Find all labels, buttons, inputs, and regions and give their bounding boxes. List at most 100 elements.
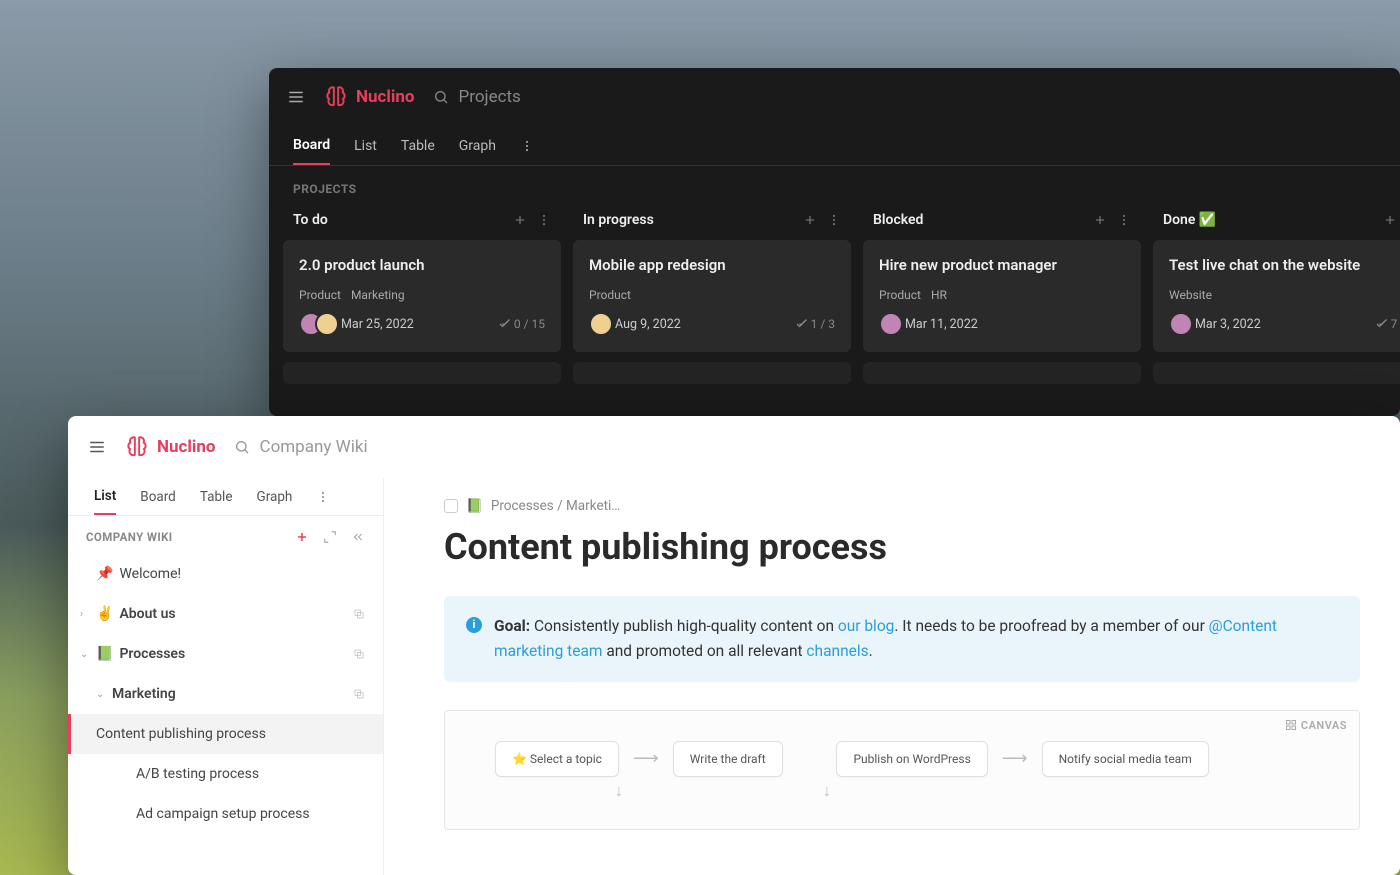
plus-icon[interactable] bbox=[1383, 213, 1397, 227]
page-tree: 📌 Welcome! › ✌️ About us ⌄📗Processes⌄Marketin… bbox=[68, 554, 383, 834]
tree-label: About us bbox=[119, 606, 347, 622]
progress-indicator: 7 / 7 bbox=[1375, 317, 1400, 331]
tree-item[interactable]: 📌 Welcome! bbox=[68, 554, 383, 594]
tab-graph[interactable]: Graph bbox=[459, 128, 496, 164]
column-title: To do bbox=[293, 212, 503, 228]
board-card[interactable]: Hire new product manager ProductHR Mar 1… bbox=[863, 240, 1141, 352]
board-column: Done ✅ Test live chat on the website Web… bbox=[1153, 204, 1400, 384]
brain-icon bbox=[323, 84, 349, 110]
tag: Product bbox=[589, 288, 631, 302]
card-title: Mobile app redesign bbox=[589, 256, 835, 274]
copy-icon[interactable] bbox=[353, 688, 365, 700]
tab-list[interactable]: List bbox=[354, 128, 377, 164]
page-emoji-icon: 📌 bbox=[96, 566, 113, 582]
more-vertical-icon[interactable] bbox=[520, 139, 534, 153]
body: List Board Table Graph COMPANY WIKI 📌 Wel… bbox=[68, 478, 1400, 875]
tree-item[interactable]: Content publishing process bbox=[68, 714, 383, 754]
canvas-node[interactable]: Publish on WordPress bbox=[836, 741, 987, 777]
brain-icon bbox=[124, 434, 150, 460]
canvas-nodes: ⭐ Select a topic ⟶ Write the draft ⟶ Pub… bbox=[445, 711, 1359, 777]
card-placeholder bbox=[283, 362, 561, 384]
workspace-title: COMPANY WIKI bbox=[86, 530, 281, 544]
canvas-node[interactable]: Notify social media team bbox=[1042, 741, 1209, 777]
collapse-sidebar-icon[interactable] bbox=[351, 530, 365, 544]
chevron-icon[interactable]: ⌄ bbox=[80, 649, 90, 660]
view-tabs: List Board Table Graph bbox=[68, 478, 383, 516]
tree-item[interactable]: ⌄Marketing bbox=[68, 674, 383, 714]
canvas-badge: CANVAS bbox=[1285, 719, 1347, 732]
search[interactable]: Company Wiki bbox=[234, 437, 368, 457]
search-icon bbox=[433, 89, 449, 105]
tree-item[interactable]: ⌄📗Processes bbox=[68, 634, 383, 674]
column-title: In progress bbox=[583, 212, 793, 228]
more-vertical-icon[interactable] bbox=[1117, 213, 1131, 227]
card-tags: Product bbox=[589, 288, 835, 302]
expand-icon[interactable] bbox=[323, 530, 337, 544]
page-emoji-icon: ✌️ bbox=[96, 606, 113, 622]
progress-indicator: 0 / 15 bbox=[498, 317, 545, 331]
more-vertical-icon[interactable] bbox=[316, 490, 330, 504]
tree-item[interactable]: Ad campaign setup process bbox=[68, 794, 383, 834]
card-title: 2.0 product launch bbox=[299, 256, 545, 274]
tab-graph[interactable]: Graph bbox=[257, 480, 293, 514]
more-vertical-icon[interactable] bbox=[827, 213, 841, 227]
tab-list[interactable]: List bbox=[94, 479, 116, 515]
canvas-node[interactable]: ⭐ Select a topic bbox=[495, 741, 619, 777]
canvas-node[interactable]: Write the draft bbox=[673, 741, 783, 777]
board-card[interactable]: Test live chat on the website Website Ma… bbox=[1153, 240, 1400, 352]
card-title: Hire new product manager bbox=[879, 256, 1125, 274]
tag: HR bbox=[931, 288, 947, 302]
progress-indicator: 1 / 3 bbox=[795, 317, 835, 331]
board-column: In progress Mobile app redesign Product … bbox=[573, 204, 851, 384]
tree-item[interactable]: A/B testing process bbox=[68, 754, 383, 794]
tree-label: Welcome! bbox=[119, 566, 365, 582]
tab-table[interactable]: Table bbox=[401, 128, 435, 164]
topbar: Nuclino Projects bbox=[269, 68, 1400, 126]
checkbox-icon[interactable] bbox=[444, 499, 458, 513]
plus-icon[interactable] bbox=[803, 213, 817, 227]
avatars bbox=[299, 312, 331, 336]
goal-callout: i Goal: Consistently publish high-qualit… bbox=[444, 596, 1360, 682]
more-vertical-icon[interactable] bbox=[537, 213, 551, 227]
link-channels[interactable]: channels bbox=[806, 642, 868, 660]
chevron-icon[interactable]: › bbox=[80, 609, 90, 620]
page-title: Content publishing process bbox=[444, 526, 1360, 568]
plus-icon[interactable] bbox=[295, 530, 309, 544]
tree-item[interactable]: › ✌️ About us bbox=[68, 594, 383, 634]
tree-label: Content publishing process bbox=[96, 726, 365, 742]
search-placeholder: Projects bbox=[459, 87, 521, 107]
section-label: PROJECTS bbox=[269, 166, 1400, 204]
tab-table[interactable]: Table bbox=[200, 480, 233, 514]
brand-logo[interactable]: Nuclino bbox=[323, 84, 415, 110]
canvas-embed[interactable]: CANVAS ⭐ Select a topic ⟶ Write the draf… bbox=[444, 710, 1360, 830]
arrow-down-icons: ↓↓ bbox=[445, 781, 1359, 801]
tab-board[interactable]: Board bbox=[293, 127, 330, 165]
tree-label: Processes bbox=[119, 646, 347, 662]
hamburger-icon[interactable] bbox=[287, 88, 305, 106]
avatar bbox=[589, 312, 613, 336]
board-card[interactable]: Mobile app redesign Product Aug 9, 20221… bbox=[573, 240, 851, 352]
board-column: To do 2.0 product launch ProductMarketin… bbox=[283, 204, 561, 384]
arrow-right-icon: ⟶ bbox=[1002, 748, 1028, 769]
breadcrumb: 📗 Processes / Marketi… bbox=[444, 498, 1360, 514]
chevron-icon[interactable]: ⌄ bbox=[96, 689, 106, 700]
avatar bbox=[879, 312, 903, 336]
breadcrumb-path[interactable]: Processes / Marketi… bbox=[491, 498, 621, 514]
copy-icon[interactable] bbox=[353, 608, 365, 620]
hamburger-icon[interactable] bbox=[88, 438, 106, 456]
due-date: Aug 9, 2022 bbox=[615, 317, 795, 332]
tab-board[interactable]: Board bbox=[140, 480, 176, 514]
board-columns: To do 2.0 product launch ProductMarketin… bbox=[269, 204, 1400, 384]
brand-logo[interactable]: Nuclino bbox=[124, 434, 216, 460]
board-card[interactable]: 2.0 product launch ProductMarketing Mar … bbox=[283, 240, 561, 352]
goal-label: Goal: bbox=[494, 617, 530, 635]
card-placeholder bbox=[863, 362, 1141, 384]
link-our-blog[interactable]: our blog bbox=[838, 617, 895, 635]
brand-name: Nuclino bbox=[356, 87, 415, 107]
card-tags: ProductMarketing bbox=[299, 288, 545, 302]
plus-icon[interactable] bbox=[1093, 213, 1107, 227]
plus-icon[interactable] bbox=[513, 213, 527, 227]
column-title: Done ✅ bbox=[1163, 212, 1373, 228]
copy-icon[interactable] bbox=[353, 648, 365, 660]
search[interactable]: Projects bbox=[433, 87, 521, 107]
